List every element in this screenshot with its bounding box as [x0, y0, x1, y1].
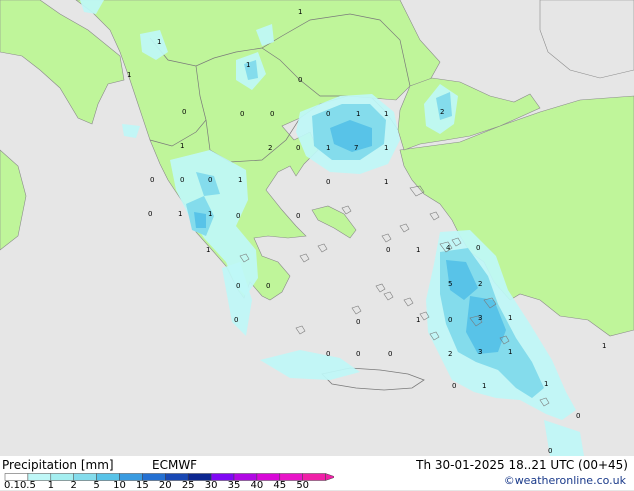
precip-value: 0	[270, 110, 274, 118]
precip-value: 0	[148, 210, 152, 218]
precip-value: 0	[182, 108, 186, 116]
precip-value: 1	[384, 144, 388, 152]
precipitation-map: 1 1 1 1 0 0 0 0 0 1 1 2 2 0 1 7 1 1 0 0 …	[0, 0, 634, 456]
precip-value: 1	[180, 142, 184, 150]
precip-value: 1	[238, 176, 242, 184]
precip-value: 0	[236, 212, 240, 220]
precip-value: 3	[478, 348, 482, 356]
valid-time: Th 30-01-2025 18..21 UTC (00+45)	[416, 458, 628, 472]
precip-value: 1	[482, 382, 486, 390]
precip-value: 0	[298, 76, 302, 84]
precip-value: 0	[476, 244, 480, 252]
precip-value: 1	[356, 110, 360, 118]
precip-value: 0	[356, 350, 360, 358]
precip-value: 1	[178, 210, 182, 218]
precip-value: 0	[326, 178, 330, 186]
legend-title: Precipitation [mm]	[2, 458, 114, 472]
precip-value: 4	[446, 244, 451, 252]
precip-value: 2	[268, 144, 272, 152]
precip-value: 1	[246, 61, 250, 69]
credit-link[interactable]: ©weatheronline.co.uk	[504, 474, 626, 487]
precip-value: 0	[548, 447, 552, 455]
precip-value: 0	[326, 110, 330, 118]
precip-value: 0	[180, 176, 184, 184]
precip-value: 3	[478, 314, 482, 322]
precip-value: 0	[448, 316, 452, 324]
precip-value: 0	[240, 110, 244, 118]
precip-value: 1	[127, 71, 131, 79]
precip-value: 1	[208, 210, 212, 218]
precip-value: 1	[384, 110, 388, 118]
precip-value: 0	[236, 282, 240, 290]
precip-value: 0	[386, 246, 390, 254]
precip-value: 1	[544, 380, 548, 388]
precip-value: 2	[448, 350, 452, 358]
precip-value: 0	[388, 350, 392, 358]
precip-value: 1	[416, 316, 420, 324]
precip-value: 0	[356, 318, 360, 326]
map-viewer: 1 1 1 1 0 0 0 0 0 1 1 2 2 0 1 7 1 1 0 0 …	[0, 0, 634, 491]
precip-value: 1	[602, 342, 606, 350]
precip-value: 0	[576, 412, 580, 420]
precip-value: 0	[266, 282, 270, 290]
precip-value: 2	[440, 108, 444, 116]
precip-value: 5	[448, 280, 452, 288]
precip-value: 1	[384, 178, 388, 186]
precip-value: 1	[298, 8, 302, 16]
precip-value: 1	[416, 246, 420, 254]
precip-value: 1	[508, 314, 512, 322]
scale-end-arrow	[325, 473, 334, 481]
precip-value: 0	[296, 144, 300, 152]
precip-value: 1	[326, 144, 330, 152]
precip-value: 0	[208, 176, 212, 184]
precip-value: 1	[206, 246, 210, 254]
precip-value: 0	[326, 350, 330, 358]
precip-value: 1	[508, 348, 512, 356]
precip-value: 2	[478, 280, 482, 288]
precip-value: 0	[452, 382, 456, 390]
model-name: ECMWF	[152, 458, 198, 472]
precip-value: 0	[296, 212, 300, 220]
precip-value: 0	[234, 316, 238, 324]
precip-value: 7	[354, 144, 358, 152]
precip-value: 1	[157, 38, 161, 46]
precip-value: 0	[150, 176, 154, 184]
